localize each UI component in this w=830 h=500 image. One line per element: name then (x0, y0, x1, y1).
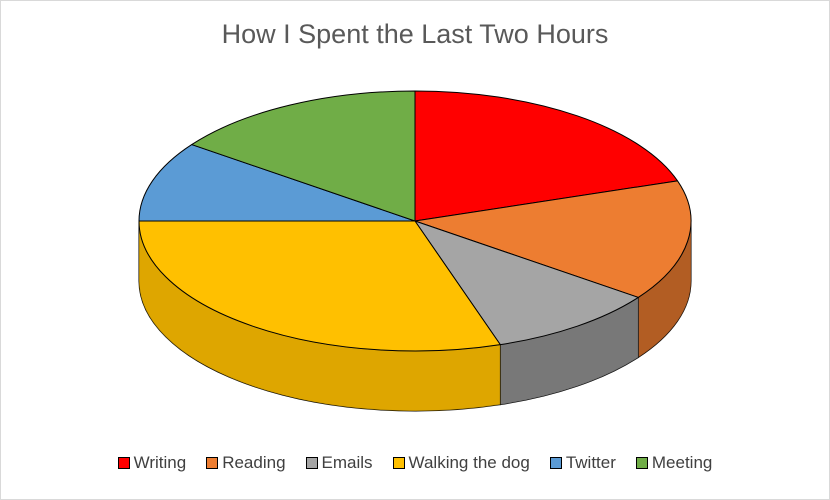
legend-label: Emails (321, 453, 373, 472)
legend-swatch (206, 457, 219, 469)
chart-legend: Writing Reading Emails Walking the dog Twitt… (1, 453, 829, 473)
legend-label: Writing (133, 453, 187, 472)
pie-chart (138, 90, 692, 412)
legend-swatch (549, 457, 562, 469)
chart-area: How I Spent the Last Two Hours Writing Re… (0, 0, 830, 500)
legend-swatch (305, 457, 318, 469)
legend-swatch (117, 457, 130, 469)
legend-swatch (635, 457, 648, 469)
legend-label: Twitter (565, 453, 616, 472)
legend-item-twitter: Twitter (549, 453, 616, 473)
legend-item-reading: Reading (206, 453, 286, 473)
legend-swatch (392, 457, 405, 469)
legend-item-meeting: Meeting (635, 453, 713, 473)
legend-item-emails: Emails (305, 453, 373, 473)
legend-item-writing: Writing (117, 453, 187, 473)
legend-item-walking-the-dog: Walking the dog (392, 453, 530, 473)
legend-label: Reading (222, 453, 286, 472)
legend-label: Meeting (651, 453, 713, 472)
legend-label: Walking the dog (408, 453, 530, 472)
